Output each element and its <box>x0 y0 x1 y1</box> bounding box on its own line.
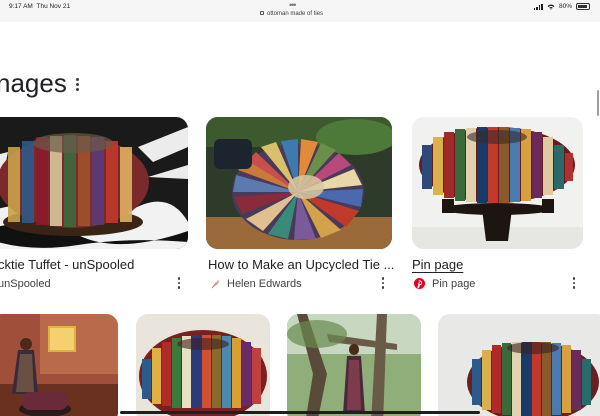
status-indicators: 80% <box>533 3 590 10</box>
address-bar[interactable]: ottoman made of ties <box>260 11 323 17</box>
status-time: 9:17 AM Thu Nov 21 <box>9 3 71 10</box>
result-image[interactable] <box>0 314 118 416</box>
result-title[interactable]: How to Make an Upcycled Tie ... <box>208 257 394 272</box>
signal-icon <box>533 3 543 10</box>
result-image[interactable] <box>287 314 421 416</box>
status-bar: 9:17 AM Thu Nov 21 ••• ottoman made of t… <box>0 0 600 22</box>
result-source[interactable]: Helen Edwards <box>227 278 302 290</box>
result-title[interactable]: Pin page <box>412 257 463 272</box>
result-image[interactable] <box>136 314 270 416</box>
battery-percent: 80% <box>558 3 572 10</box>
battery-icon <box>576 3 590 10</box>
woman-tie-dress-image <box>0 314 118 416</box>
address-text: ottoman made of ties <box>267 11 324 17</box>
status-date: Thu Nov 21 <box>36 3 71 10</box>
result-image[interactable] <box>412 117 583 249</box>
result-image[interactable] <box>0 117 188 249</box>
multitasking-dots-icon[interactable]: ••• <box>289 0 297 10</box>
more-options-icon[interactable] <box>175 277 183 291</box>
woman-in-tree-image <box>287 314 421 416</box>
tie-tuffet-white-image <box>412 117 583 249</box>
tie-tuffet-brown-image <box>206 117 392 249</box>
more-options-icon[interactable] <box>379 277 387 291</box>
feather-icon <box>211 279 219 289</box>
result-source[interactable]: Pin page <box>432 278 475 290</box>
more-options-icon[interactable] <box>570 277 578 291</box>
pinterest-icon <box>414 278 425 289</box>
tie-tuffet-zebra-image <box>0 117 188 249</box>
tie-tuffet-closeup-image <box>136 314 270 416</box>
result-source[interactable]: unSpooled <box>0 278 51 290</box>
result-title[interactable]: cktie Tuffet - unSpooled <box>0 257 134 272</box>
tie-tuffet-gray-image <box>438 314 600 416</box>
result-image[interactable] <box>206 117 392 249</box>
section-heading: nages <box>0 68 67 98</box>
home-indicator[interactable] <box>120 411 480 414</box>
section-more-icon[interactable] <box>73 78 81 94</box>
result-image[interactable] <box>438 314 600 416</box>
lock-icon <box>260 11 264 15</box>
page-scrollbar[interactable] <box>597 90 599 116</box>
wifi-icon <box>547 4 555 10</box>
